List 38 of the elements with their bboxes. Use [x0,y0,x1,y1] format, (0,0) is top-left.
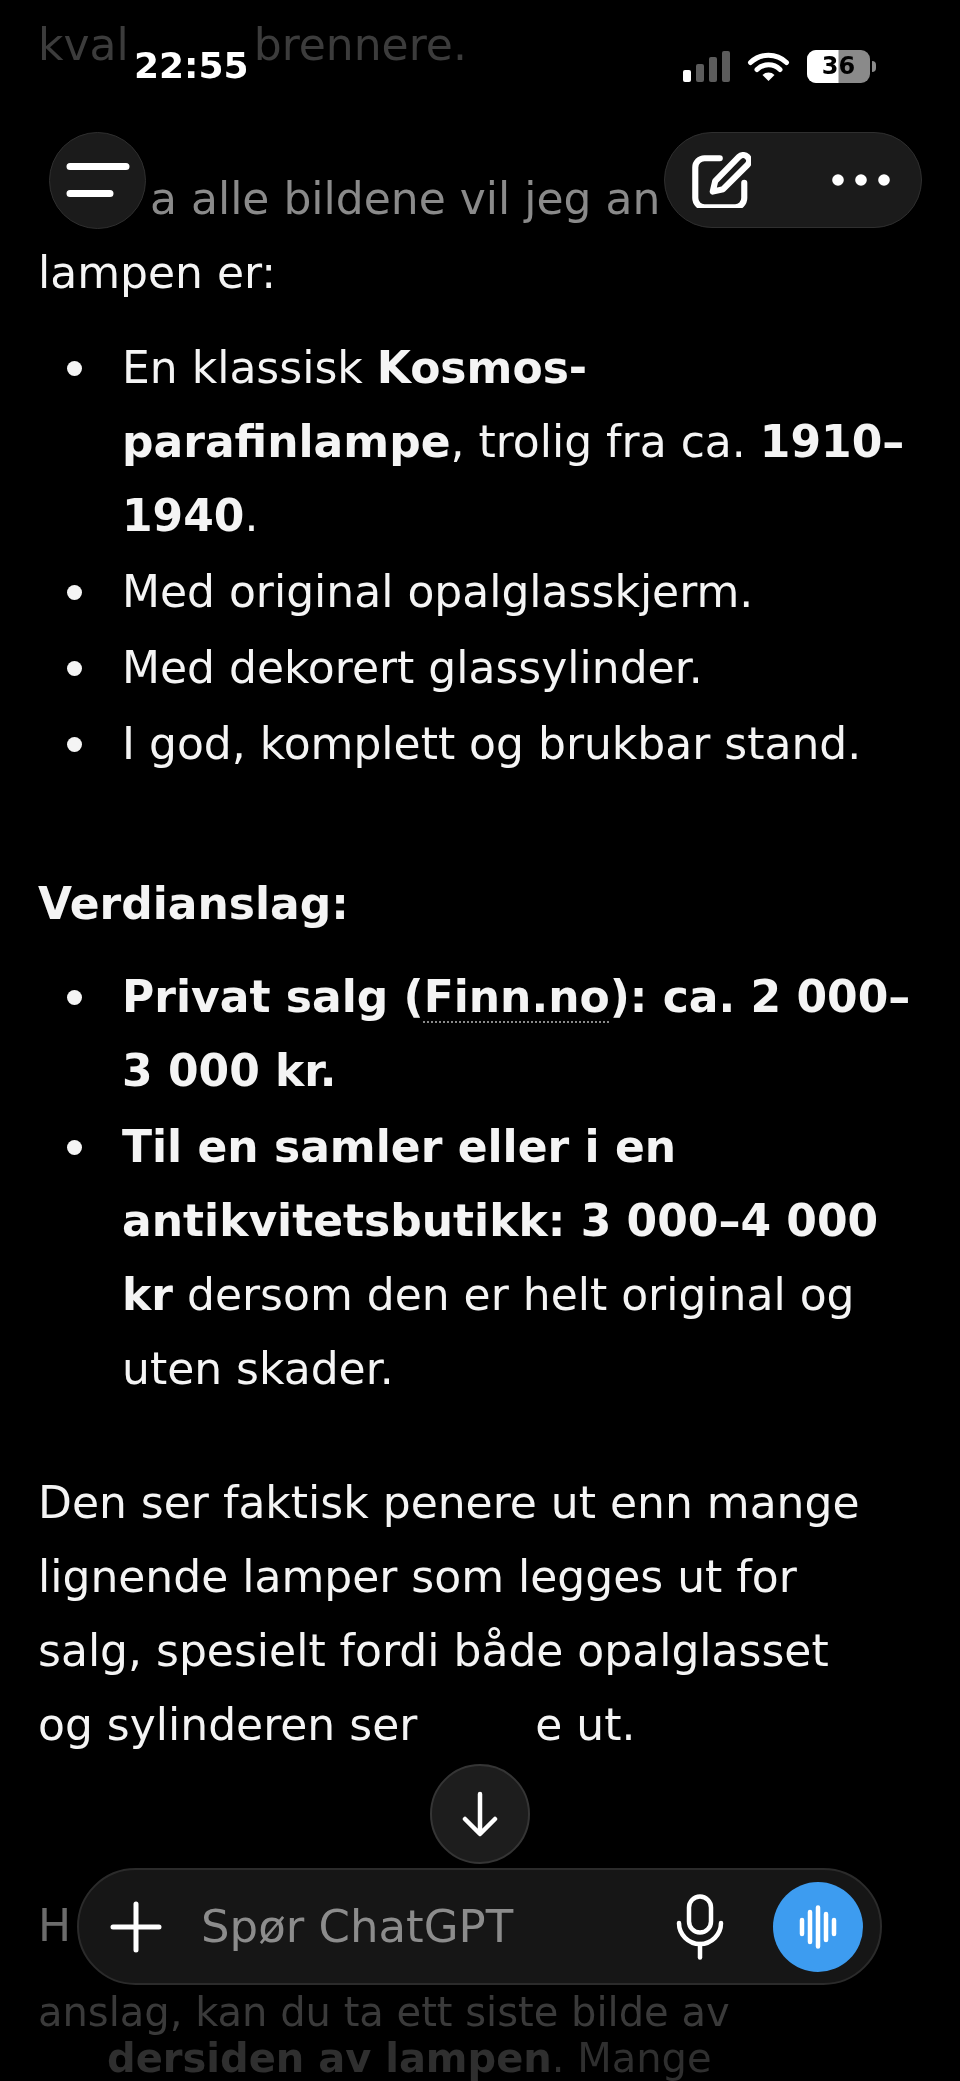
more-icon [832,174,890,186]
microphone-button[interactable] [674,1893,726,1960]
bullet-icon [67,1140,82,1155]
list-item-text: I god, komplett og brukbar stand. [122,717,863,771]
message-text: anslag, kan du ta ett siste bilde av [38,1989,730,2035]
waveform-icon [798,1904,838,1949]
message-paragraph: Den ser faktisk penere ut enn mange lignende lamper som legges ut for salg, spesielt fordi både opalglasset og sylinderen ser e ut. [38,1476,861,1752]
link[interactable]: Finn.no [423,971,610,1022]
text-fragment: kval [38,18,129,72]
arrow-down-icon [461,1791,499,1837]
bullet-icon [67,585,82,600]
battery-indicator: 36 [807,49,876,83]
bullet-icon [67,737,82,752]
bullet-icon [67,661,82,676]
microphone-icon [674,1893,726,1960]
text-fragment: a alle bildene vil jeg an [150,172,661,226]
menu-icon [65,162,130,198]
composer-bar[interactable]: Spør ChatGPT [77,1868,882,1985]
message-text: lampen er: [38,246,278,300]
new-chat-button[interactable] [691,152,751,208]
list-item-text: Privat salg (Finn.no): ca. 2 000–3 000 kr. [122,970,912,1098]
list-item-text: Med dekorert glassylinder. [122,641,704,695]
text-fragment: H [38,1899,72,1953]
plus-icon [110,1900,162,1953]
bullet-icon [67,361,82,376]
add-button[interactable] [110,1900,162,1953]
signal-icon [683,50,730,82]
more-button[interactable] [832,174,890,186]
list-item-text: Til en samler eller i en antikvitetsbutikk: 3 000–4 000 kr dersom den er helt original og uten skader. [122,1120,880,1396]
section-heading: Verdianslag: [38,877,350,931]
list-item-text: En klassisk Kosmos-parafinlampe, trolig fra ca. 1910–1940. [122,341,906,543]
status-time: 22:55 [134,44,249,88]
wifi-icon [747,50,790,82]
list-item-text: Med original opalglasskjerm. [122,565,755,619]
pencil-square-icon [691,152,751,208]
message-input[interactable]: Spør ChatGPT [201,1894,674,1959]
bullet-icon [67,990,82,1005]
text-fragment: brennere. [253,18,467,72]
